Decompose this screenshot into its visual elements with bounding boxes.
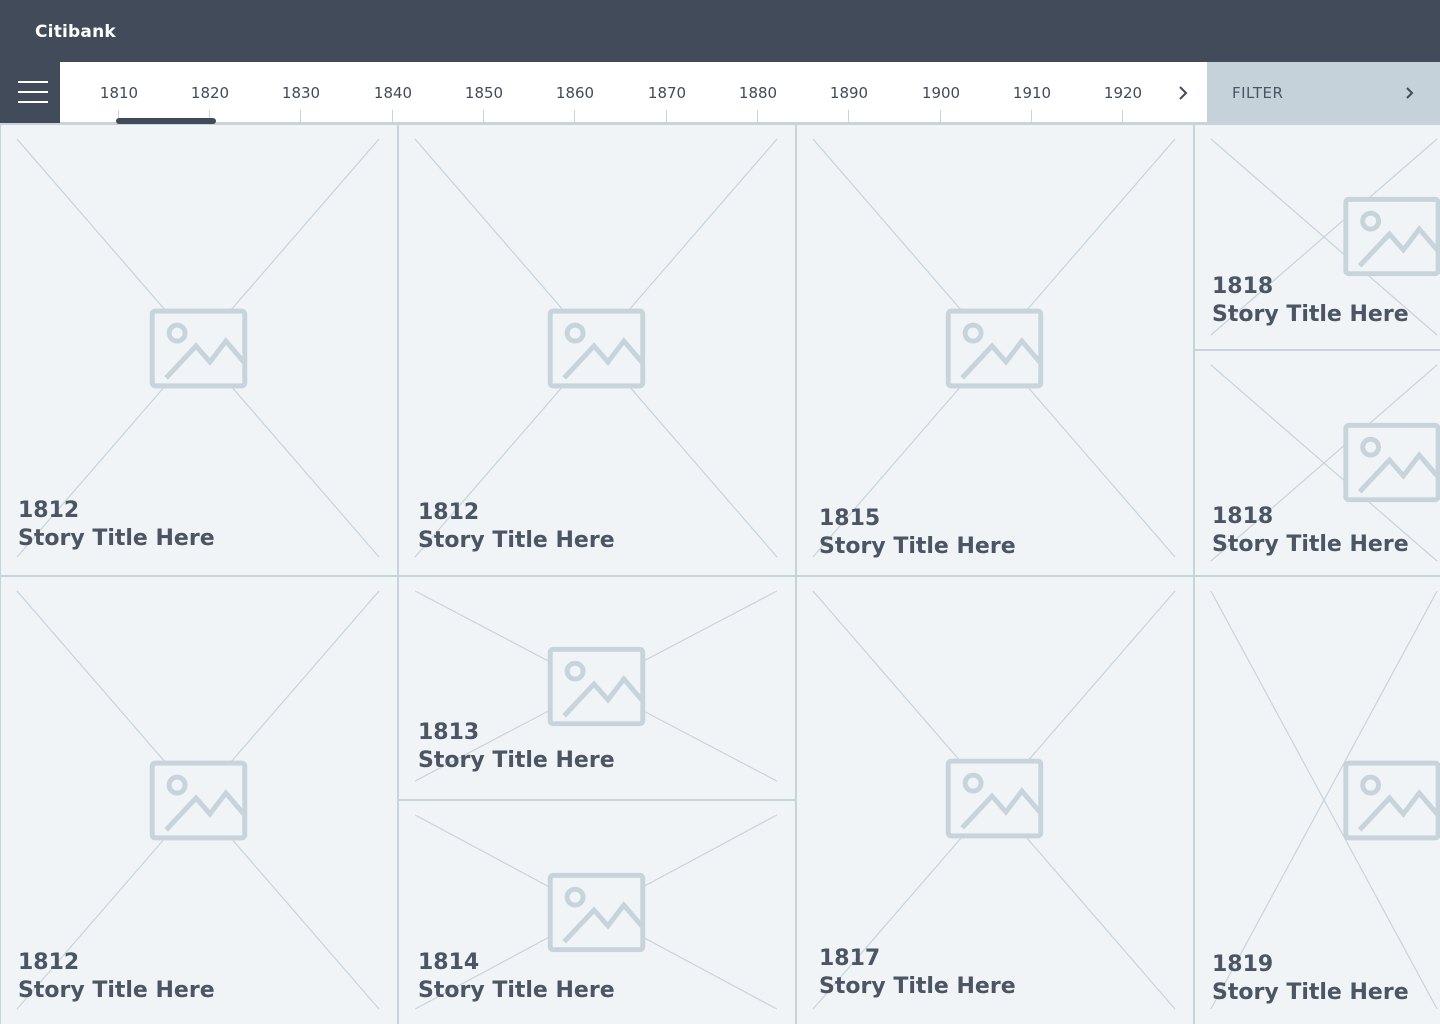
- story-title: Story Title Here: [18, 978, 215, 1003]
- decade-label: 1870: [647, 84, 687, 102]
- story-title: Story Title Here: [418, 978, 615, 1003]
- decade-tick-1860[interactable]: 1860: [540, 62, 610, 122]
- story-card[interactable]: 1818 Story Title Here: [1194, 350, 1440, 576]
- chevron-right-icon[interactable]: [1170, 80, 1196, 106]
- tick-mark: [300, 110, 301, 122]
- story-caption: 1813 Story Title Here: [418, 719, 615, 775]
- story-caption: 1818 Story Title Here: [1212, 273, 1409, 329]
- decade-tick-1810[interactable]: 1810: [84, 62, 154, 122]
- decade-label: 1900: [921, 84, 961, 102]
- decade-label: 1850: [464, 84, 504, 102]
- decade-tick-1900[interactable]: 1900: [906, 62, 976, 122]
- story-caption: 1818 Story Title Here: [1212, 503, 1409, 559]
- decade-label: 1880: [738, 84, 778, 102]
- story-title: Story Title Here: [819, 534, 1016, 559]
- decade-label: 1860: [555, 84, 595, 102]
- hamburger-icon: [18, 91, 48, 93]
- story-caption: 1819 Story Title Here: [1212, 951, 1409, 1007]
- tick-mark: [666, 110, 667, 122]
- story-caption: 1817 Story Title Here: [819, 945, 1016, 1001]
- hamburger-icon: [18, 81, 48, 83]
- story-card[interactable]: 1814 Story Title Here: [398, 800, 796, 1024]
- tick-mark: [940, 110, 941, 122]
- brand-name[interactable]: Citibank: [35, 22, 116, 42]
- tick-mark: [1031, 110, 1032, 122]
- decade-tick-1870[interactable]: 1870: [632, 62, 702, 122]
- decade-label: 1920: [1103, 84, 1143, 102]
- decade-label: 1890: [829, 84, 869, 102]
- story-card[interactable]: 1818 Story Title Here: [1194, 124, 1440, 350]
- story-year: 1812: [18, 950, 80, 975]
- story-year: 1813: [418, 720, 480, 745]
- timeline-nav: 1810 1820 1830 1840 1850 1860 1870 1880 …: [0, 62, 1440, 124]
- story-card[interactable]: 1813 Story Title Here: [398, 576, 796, 800]
- decade-tick-1910[interactable]: 1910: [997, 62, 1067, 122]
- filter-button[interactable]: FILTER: [1207, 62, 1440, 122]
- tick-mark: [574, 110, 575, 122]
- top-bar: Citibank: [0, 0, 1440, 62]
- decade-label: 1840: [373, 84, 413, 102]
- story-title: Story Title Here: [418, 528, 615, 553]
- decade-tick-1840[interactable]: 1840: [358, 62, 428, 122]
- story-card[interactable]: 1812 Story Title Here: [0, 124, 398, 576]
- story-title: Story Title Here: [1212, 302, 1409, 327]
- story-year: 1815: [819, 506, 881, 531]
- decade-tick-1920[interactable]: 1920: [1088, 62, 1158, 122]
- decade-label: 1820: [190, 84, 230, 102]
- story-title: Story Title Here: [418, 748, 615, 773]
- story-card[interactable]: 1815 Story Title Here: [796, 124, 1194, 576]
- decade-tick-1890[interactable]: 1890: [814, 62, 884, 122]
- story-caption: 1812 Story Title Here: [18, 497, 215, 553]
- tick-mark: [1122, 110, 1123, 122]
- story-title: Story Title Here: [1212, 532, 1409, 557]
- story-year: 1812: [418, 500, 480, 525]
- chevron-right-icon: [1406, 87, 1414, 99]
- story-year: 1817: [819, 946, 881, 971]
- filter-label: FILTER: [1232, 84, 1284, 102]
- tick-mark: [483, 110, 484, 122]
- tick-mark: [392, 110, 393, 122]
- tick-mark: [757, 110, 758, 122]
- story-caption: 1815 Story Title Here: [819, 505, 1016, 561]
- story-card[interactable]: 1812 Story Title Here: [398, 124, 796, 576]
- hamburger-icon: [18, 101, 48, 103]
- decade-label: 1830: [281, 84, 321, 102]
- story-card[interactable]: 1817 Story Title Here: [796, 576, 1194, 1024]
- story-grid: 1812 Story Title Here 1812 Story Title H…: [0, 124, 1440, 1024]
- story-year: 1818: [1212, 274, 1274, 299]
- story-title: Story Title Here: [18, 526, 215, 551]
- story-title: Story Title Here: [819, 974, 1016, 999]
- decade-tick-1880[interactable]: 1880: [723, 62, 793, 122]
- story-caption: 1814 Story Title Here: [418, 949, 615, 1005]
- decade-tick-1850[interactable]: 1850: [449, 62, 519, 122]
- story-title: Story Title Here: [1212, 980, 1409, 1005]
- decade-label: 1810: [99, 84, 139, 102]
- story-year: 1819: [1212, 952, 1274, 977]
- story-year: 1814: [418, 950, 480, 975]
- decade-label: 1910: [1012, 84, 1052, 102]
- story-caption: 1812 Story Title Here: [18, 949, 215, 1005]
- menu-button[interactable]: [0, 62, 60, 123]
- story-caption: 1812 Story Title Here: [418, 499, 615, 555]
- story-year: 1818: [1212, 504, 1274, 529]
- decade-timeline: 1810 1820 1830 1840 1850 1860 1870 1880 …: [60, 62, 1207, 124]
- decade-tick-1820[interactable]: 1820: [175, 62, 245, 122]
- tick-mark: [848, 110, 849, 122]
- story-year: 1812: [18, 498, 80, 523]
- story-card[interactable]: 1812 Story Title Here: [0, 576, 398, 1024]
- decade-tick-1830[interactable]: 1830: [266, 62, 336, 122]
- story-card[interactable]: 1819 Story Title Here: [1194, 576, 1440, 1024]
